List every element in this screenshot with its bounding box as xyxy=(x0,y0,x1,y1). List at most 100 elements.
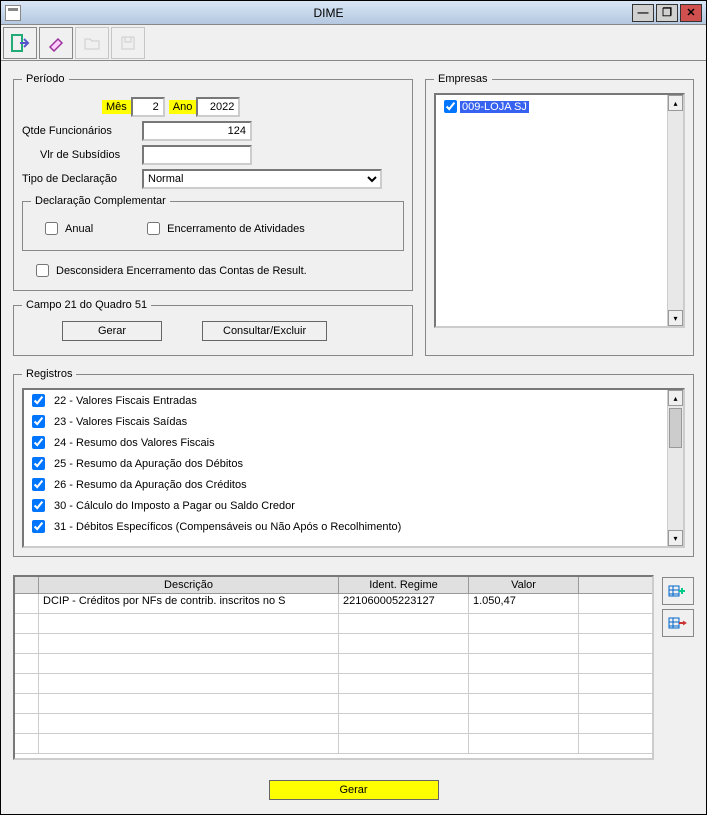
registro-checkbox[interactable] xyxy=(32,520,45,533)
registro-checkbox[interactable] xyxy=(32,415,45,428)
table-row[interactable] xyxy=(15,674,652,694)
table-cell: 1.050,47 xyxy=(469,594,579,613)
table-row[interactable] xyxy=(15,614,652,634)
table-row[interactable] xyxy=(15,634,652,654)
table-cell xyxy=(339,694,469,713)
add-row-button[interactable] xyxy=(662,577,694,605)
table-cell xyxy=(339,674,469,693)
registro-label: 26 - Resumo da Apuração dos Créditos xyxy=(54,479,247,491)
qtde-input[interactable] xyxy=(142,121,252,141)
table-cell xyxy=(469,694,579,713)
registro-checkbox[interactable] xyxy=(32,499,45,512)
campo21-legend: Campo 21 do Quadro 51 xyxy=(22,299,151,311)
table-cell xyxy=(469,714,579,733)
desconsidera-checkbox[interactable] xyxy=(36,264,49,277)
registro-label: 30 - Cálculo do Imposto a Pagar ou Saldo… xyxy=(54,500,295,512)
table-cell xyxy=(39,654,339,673)
desconsidera-label: Desconsidera Encerramento das Contas de … xyxy=(56,265,307,277)
registro-label: 23 - Valores Fiscais Saídas xyxy=(54,416,187,428)
eraser-button[interactable] xyxy=(39,27,73,59)
table-row[interactable] xyxy=(15,734,652,754)
registro-item[interactable]: 23 - Valores Fiscais Saídas xyxy=(24,411,683,432)
grid-header-ident: Ident. Regime xyxy=(339,577,469,593)
ano-label: Ano xyxy=(169,100,197,114)
registro-label: 31 - Débitos Específicos (Compensáveis o… xyxy=(54,521,401,533)
complementar-legend: Declaração Complementar xyxy=(31,195,170,207)
exit-button[interactable] xyxy=(3,27,37,59)
scroll-thumb[interactable] xyxy=(669,408,682,448)
ano-input[interactable] xyxy=(196,97,240,117)
periodo-legend: Período xyxy=(22,73,69,85)
table-cell xyxy=(15,674,39,693)
folder-icon xyxy=(82,33,102,53)
scroll-down-icon[interactable]: ▾ xyxy=(668,310,683,326)
table-cell xyxy=(39,634,339,653)
consultar-excluir-button[interactable]: Consultar/Excluir xyxy=(202,321,327,341)
table-cell xyxy=(469,674,579,693)
subsidios-input[interactable] xyxy=(142,145,252,165)
save-icon xyxy=(118,33,138,53)
minimize-button[interactable]: — xyxy=(632,4,654,22)
table-cell xyxy=(39,714,339,733)
close-button[interactable]: ✕ xyxy=(680,4,702,22)
registros-legend: Registros xyxy=(22,368,76,380)
grid-header-blank xyxy=(15,577,39,593)
mes-label: Mês xyxy=(102,100,131,114)
campo21-group: Campo 21 do Quadro 51 Gerar Consultar/Ex… xyxy=(13,299,413,356)
empresas-scrollbar[interactable]: ▴ ▾ xyxy=(667,95,683,326)
registro-checkbox[interactable] xyxy=(32,436,45,449)
tipo-label: Tipo de Declaração xyxy=(22,173,142,185)
tipo-select[interactable]: Normal xyxy=(142,169,382,189)
registro-item[interactable]: 25 - Resumo da Apuração dos Débitos xyxy=(24,453,683,474)
empresa-checkbox[interactable] xyxy=(444,100,457,113)
table-cell xyxy=(469,654,579,673)
table-cell xyxy=(15,714,39,733)
scroll-down-icon[interactable]: ▾ xyxy=(668,530,683,546)
scroll-up-icon[interactable]: ▴ xyxy=(668,390,683,406)
table-cell xyxy=(339,654,469,673)
empresas-list[interactable]: 009-LOJA SJ ▴ ▾ xyxy=(434,93,685,328)
registro-item[interactable]: 26 - Resumo da Apuração dos Créditos xyxy=(24,474,683,495)
table-cell xyxy=(39,674,339,693)
periodo-group: Período Mês Ano Qtde Funcionários Vlr de… xyxy=(13,73,413,291)
empresa-item[interactable]: 009-LOJA SJ xyxy=(436,95,683,118)
table-cell xyxy=(339,614,469,633)
table-cell xyxy=(339,714,469,733)
registro-item[interactable]: 22 - Valores Fiscais Entradas xyxy=(24,390,683,411)
table-cell xyxy=(469,614,579,633)
table-cell xyxy=(39,694,339,713)
maximize-button[interactable]: ❐ xyxy=(656,4,678,22)
table-row[interactable] xyxy=(15,654,652,674)
empresa-label: 009-LOJA SJ xyxy=(460,101,529,113)
grid-table[interactable]: Descrição Ident. Regime Valor DCIP - Cré… xyxy=(13,575,654,760)
table-row[interactable] xyxy=(15,694,652,714)
registro-item[interactable]: 30 - Cálculo do Imposto a Pagar ou Saldo… xyxy=(24,495,683,516)
registro-item[interactable]: 24 - Resumo dos Valores Fiscais xyxy=(24,432,683,453)
registros-list[interactable]: 22 - Valores Fiscais Entradas 23 - Valore… xyxy=(22,388,685,548)
registro-checkbox[interactable] xyxy=(32,478,45,491)
registro-checkbox[interactable] xyxy=(32,394,45,407)
scroll-up-icon[interactable]: ▴ xyxy=(668,95,683,111)
remove-row-button[interactable] xyxy=(662,609,694,637)
gerar-campo21-button[interactable]: Gerar xyxy=(62,321,162,341)
titlebar: DIME — ❐ ✕ xyxy=(1,1,706,25)
window-main: DIME — ❐ ✕ Período Mês xyxy=(0,0,707,815)
registros-group: Registros 22 - Valores Fiscais Entradas2… xyxy=(13,368,694,557)
table-cell: DCIP - Créditos por NFs de contrib. insc… xyxy=(39,594,339,613)
registros-scrollbar[interactable]: ▴ ▾ xyxy=(667,390,683,546)
table-cell xyxy=(39,614,339,633)
anual-label: Anual xyxy=(65,223,93,235)
encerramento-checkbox[interactable] xyxy=(147,222,160,235)
table-row[interactable]: DCIP - Créditos por NFs de contrib. insc… xyxy=(15,594,652,614)
grid-header-valor: Valor xyxy=(469,577,579,593)
table-row[interactable] xyxy=(15,714,652,734)
registro-checkbox[interactable] xyxy=(32,457,45,470)
gerar-button[interactable]: Gerar xyxy=(269,780,439,800)
grid-header: Descrição Ident. Regime Valor xyxy=(15,577,652,594)
app-icon xyxy=(5,5,21,21)
empresas-legend: Empresas xyxy=(434,73,492,85)
anual-checkbox[interactable] xyxy=(45,222,58,235)
table-cell xyxy=(339,734,469,753)
registro-item[interactable]: 31 - Débitos Específicos (Compensáveis o… xyxy=(24,516,683,537)
mes-input[interactable] xyxy=(131,97,165,117)
